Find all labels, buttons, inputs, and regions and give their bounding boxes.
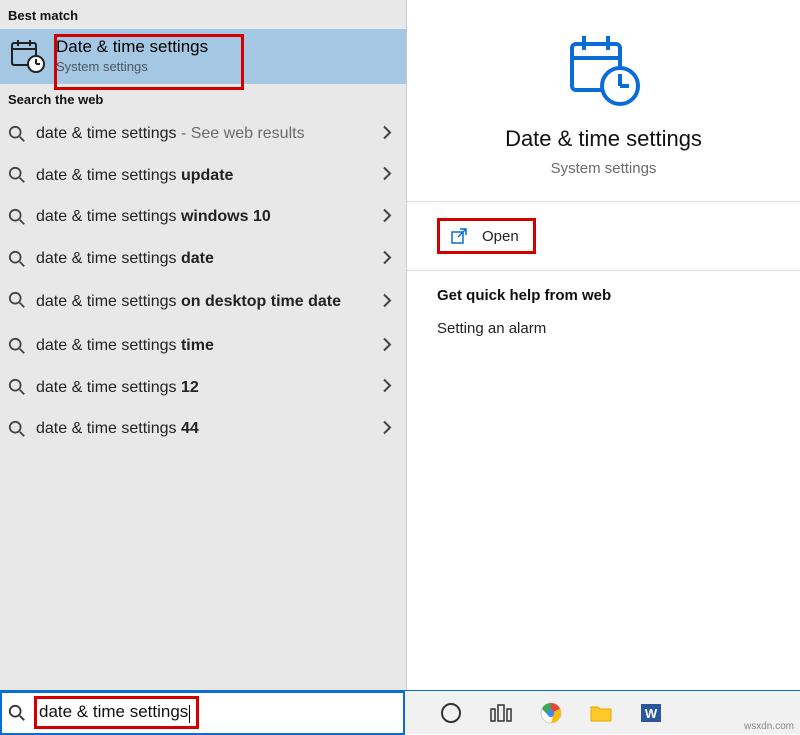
best-match-row[interactable]: Date & time settings System settings (0, 29, 406, 84)
file-explorer-icon[interactable] (589, 701, 613, 725)
svg-text:W: W (645, 706, 658, 721)
preview-header: Date & time settings System settings (407, 0, 800, 201)
web-result-text: date & time settings date (36, 248, 396, 270)
word-icon[interactable]: W (639, 701, 663, 725)
search-icon (8, 166, 26, 184)
chevron-right-icon[interactable] (382, 167, 392, 184)
search-results-panel: Best match Date & time settings System s… (0, 0, 407, 690)
search-icon (8, 125, 26, 143)
web-result-row[interactable]: date & time settings update (0, 155, 406, 197)
quick-help-header: Get quick help from web (437, 287, 800, 304)
search-icon (8, 208, 26, 226)
chevron-right-icon[interactable] (382, 337, 392, 354)
open-action-row[interactable]: Open (407, 202, 800, 270)
highlight-open: Open (437, 218, 536, 254)
preview-panel: Date & time settings System settings Ope… (407, 0, 800, 690)
web-result-text: date & time settings 44 (36, 418, 396, 440)
web-result-text: date & time settings windows 10 (36, 206, 396, 228)
text-cursor (189, 705, 190, 723)
web-results-label: Search the web (0, 84, 406, 113)
web-result-text: date & time settings on desktop time dat… (36, 291, 396, 313)
open-icon (450, 227, 468, 245)
chevron-right-icon[interactable] (382, 294, 392, 311)
chevron-right-icon[interactable] (382, 379, 392, 396)
web-result-row[interactable]: date & time settings - See web results (0, 113, 406, 155)
highlight-search-input: date & time settings (34, 696, 199, 728)
best-match-subtitle: System settings (56, 59, 400, 74)
taskbar-icons: W (439, 701, 663, 725)
chevron-right-icon[interactable] (382, 250, 392, 267)
watermark: wsxdn.com (744, 721, 794, 732)
web-result-row[interactable]: date & time settings time (0, 325, 406, 367)
web-result-row[interactable]: date & time settings date (0, 238, 406, 280)
best-match-text: Date & time settings System settings (56, 37, 400, 74)
cortana-icon[interactable] (439, 701, 463, 725)
search-icon (8, 704, 26, 722)
web-result-text: date & time settings - See web results (36, 123, 396, 145)
search-icon (8, 250, 26, 268)
chrome-icon[interactable] (539, 701, 563, 725)
chevron-right-icon[interactable] (382, 125, 392, 142)
open-label: Open (482, 228, 519, 245)
web-result-text: date & time settings update (36, 165, 396, 187)
task-view-icon[interactable] (489, 701, 513, 725)
date-time-icon (10, 38, 46, 74)
chevron-right-icon[interactable] (382, 420, 392, 437)
search-icon (8, 420, 26, 438)
chevron-right-icon[interactable] (382, 208, 392, 225)
web-result-row[interactable]: date & time settings on desktop time dat… (0, 279, 406, 325)
web-result-row[interactable]: date & time settings 12 (0, 367, 406, 409)
taskbar: date & time settings W wsxdn.com (0, 690, 800, 734)
web-result-text: date & time settings time (36, 335, 396, 357)
quick-help-section: Get quick help from web Setting an alarm (407, 271, 800, 337)
search-icon (8, 337, 26, 355)
search-icon (8, 291, 26, 309)
search-icon (8, 378, 26, 396)
preview-subtitle: System settings (407, 160, 800, 177)
best-match-title: Date & time settings (56, 37, 400, 57)
preview-title: Date & time settings (407, 126, 800, 152)
web-results-list: date & time settings - See web results d… (0, 113, 406, 450)
taskbar-search[interactable]: date & time settings (0, 691, 405, 735)
web-result-row[interactable]: date & time settings windows 10 (0, 196, 406, 238)
best-match-label: Best match (0, 0, 406, 29)
search-input-value[interactable]: date & time settings (39, 702, 188, 721)
web-result-text: date & time settings 12 (36, 377, 396, 399)
date-time-icon (564, 30, 644, 110)
web-result-row[interactable]: date & time settings 44 (0, 408, 406, 450)
help-link-setting-alarm[interactable]: Setting an alarm (437, 320, 800, 337)
